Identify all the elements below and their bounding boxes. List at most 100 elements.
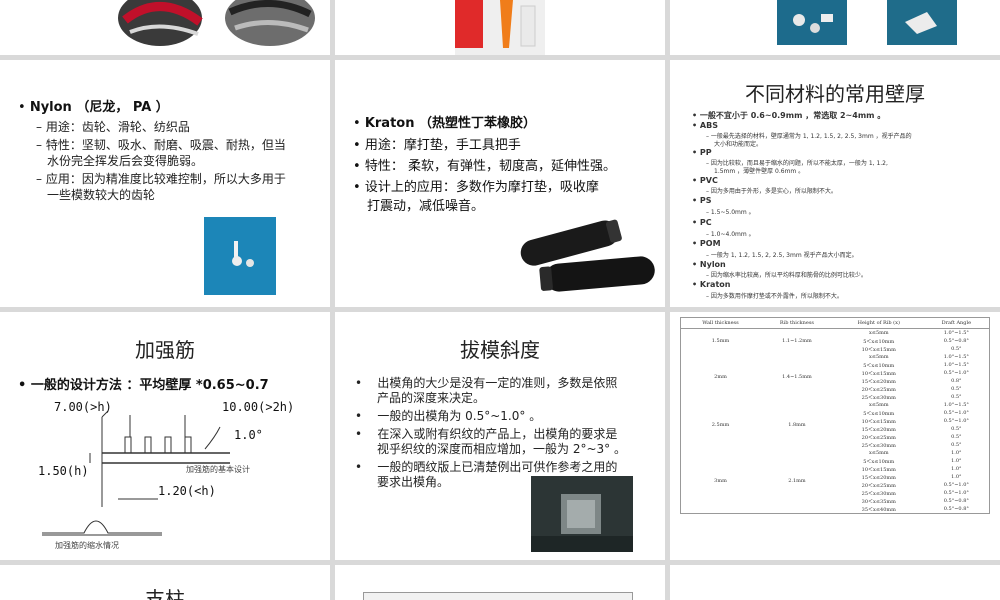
nylon-item-1: – 用途：齿轮、滑轮、纺织品 [36, 120, 190, 134]
product-photo [455, 0, 545, 55]
slide-table-2 [335, 565, 665, 600]
wall-line-8: – 因为多用由于外形，多是实心，所以限制不大。 [706, 188, 837, 195]
rib-dim-4: 1.50(h) [38, 464, 89, 478]
wall-line-0: • 一般不宜小于 0.6~0.9mm ，常选取 2~4mm 。 [692, 111, 886, 120]
table-cell-draft: 1.0° [951, 450, 962, 456]
wall-line-16: – 因为缩水率比较高，所以平均料厚和筋骨的比例可比较少。 [706, 272, 867, 279]
table-cell-draft: 0.5°~0.8° [943, 338, 969, 344]
table-row: 2mm 1.4~1.5mm x≤5mm 1.0°~1.5° [681, 353, 990, 380]
table-cell-rib: 2.1mm [788, 478, 806, 484]
nylon-heading: • Nylon （尼龙， PA ） [18, 100, 169, 115]
rib-draft-table: Wall thickness Rib thickness Height of R… [680, 317, 990, 514]
table-header-wall: Wall thickness [680, 317, 760, 329]
draft-line-2: • 一般的出模角为 0.5°~1.0° 。 [355, 409, 542, 423]
table-cell-height: 5＜x≤10mm [863, 458, 895, 465]
table-row: 3mm 2.1mm x≤5mm 1.0° [681, 449, 990, 484]
table-header-draft: Draft Angle [923, 317, 990, 329]
grip-photo [510, 205, 660, 300]
table-cell-draft: 0.8° [951, 378, 962, 384]
table-cell-height: 25＜x≤30mm [861, 442, 896, 449]
slide-empty [670, 565, 1000, 600]
nylon-item-3: – 应用：因为精准度比较难控制，所以大多用于 [36, 172, 286, 186]
wall-line-18: – 因为多数用作摩打垫或不外露件，所以限制不大。 [706, 293, 843, 300]
kraton-heading: • Kraton （热塑性丁苯橡胶） [353, 116, 536, 131]
table-cell-height: 5＜x≤10mm [863, 410, 895, 417]
table-cell-wall: 2mm [714, 374, 727, 380]
rib-method: • 一般的设计方法 ：平均壁厚 *0.65~0.7 [18, 378, 269, 393]
table-cell-height: 25＜x≤30mm [861, 394, 896, 401]
wall-line-3: 大小和功能而定。 [714, 141, 763, 148]
wall-line-14: – 一般为 1, 1.2, 1.5, 2, 2.5, 3mm 视乎产品大小而定。 [706, 252, 858, 259]
wall-line-12: – 1.0~4.0mm 。 [706, 231, 755, 238]
table-cell-height: 15＜x≤20mm [861, 426, 896, 433]
table-cell-draft: 0.5° [951, 386, 962, 392]
table-cell-height: 20＜x≤25mm [861, 482, 896, 489]
table-cell-draft: 0.5° [951, 426, 962, 432]
parts-photo-2 [887, 0, 957, 45]
slide-helmets [0, 0, 330, 55]
table-cell-draft: 1.0°~1.5° [943, 330, 969, 336]
table-cell-draft: 0.5° [951, 434, 962, 440]
wall-line-1: • ABS [692, 121, 718, 130]
table-cell-height: 10＜x≤15mm [861, 418, 896, 425]
draft-title: 拔模斜度 [460, 338, 540, 362]
table-cell-height: 35＜x≤40mm [861, 506, 896, 513]
slide-boss: 支柱 [0, 565, 330, 600]
draft-line-4: 视乎织纹的深度而相应增加，一般为 2°~3° 。 [377, 442, 626, 456]
table-cell-height: 30＜x≤35mm [861, 498, 896, 505]
nylon-item-2b: 水份完全挥发后会变得脆弱。 [47, 154, 204, 168]
rib-title: 加强筋 [135, 338, 195, 362]
parts-photo-1 [777, 0, 847, 45]
slide-wall-thickness: 不同材料的常用壁厚 • 一般不宜小于 0.6~0.9mm ，常选取 2~4mm … [670, 60, 1000, 307]
draft-texture-photo [531, 476, 633, 552]
rib-caption-1: 加强筋的基本设计 [186, 465, 250, 474]
slide-rib-table: Wall thickness Rib thickness Height of R… [670, 312, 1000, 560]
table-header-rib: Rib thickness [759, 317, 834, 329]
rib-dim-5: 1.20(<h) [158, 484, 216, 498]
kraton-item-3: • 设计上的应用：多数作为摩打垫，吸收摩 [353, 180, 599, 195]
table-cell-draft: 0.5°~1.0° [943, 482, 969, 488]
kraton-item-1: • 用途：摩打垫，手工具把手 [353, 138, 521, 153]
table-header-height: Height of Rib (x) [833, 317, 924, 329]
table-row: 2.5mm 1.8mm x≤5mm 1.0°~1.5° [681, 401, 990, 428]
wall-line-4: • PP [692, 148, 712, 157]
wall-line-15: • Nylon [692, 260, 726, 269]
table-cell-height: 10＜x≤15mm [861, 346, 896, 353]
rib-caption-2: 加强筋的缩水情况 [55, 541, 119, 550]
rib-dim-3: 1.0° [234, 428, 263, 442]
wall-line-17: • Kraton [692, 280, 731, 289]
wall-line-9: • PS [692, 196, 712, 205]
table-cell-draft: 0.5°~1.0° [943, 490, 969, 496]
table-cell-height: 20＜x≤25mm [861, 386, 896, 393]
table-cell-draft: 0.5° [951, 442, 962, 448]
table-cell-rib: 1.4~1.5mm [782, 374, 812, 380]
table-cell-height: 10＜x≤15mm [861, 466, 896, 473]
table-cell-draft: 0.5°~1.0° [943, 418, 969, 424]
wall-line-13: • POM [692, 239, 721, 248]
nylon-part-photo [204, 217, 276, 295]
table-cell-wall: 1.5mm [711, 338, 730, 344]
wall-line-7: • PVC [692, 176, 718, 185]
table-cell-rib: 1.8mm [788, 422, 806, 428]
kraton-item-2: • 特性： 柔软，有弹性，韧度高，延伸性强。 [353, 159, 616, 174]
slide-parts-photo [670, 0, 1000, 55]
table-cell-height: 20＜x≤25mm [861, 434, 896, 441]
slide-product-photo [335, 0, 665, 55]
table-cell-wall: 2.5mm [711, 422, 730, 428]
table-cell-draft: 1.0°~1.5° [943, 362, 969, 368]
kraton-item-3b: 打震动，减低噪音。 [367, 199, 485, 214]
wall-line-6: 1.5mm ，薄壁件壁厚 0.6mm 。 [714, 168, 805, 175]
draft-line-6: 要求出模角。 [377, 475, 450, 489]
table-cell-height: 10＜x≤15mm [861, 370, 896, 377]
wall-line-10: – 1.5~5.0mm 。 [706, 209, 755, 216]
rib-shrink-diagram [42, 520, 162, 536]
nylon-item-3b: 一些模数较大的齿轮 [47, 188, 156, 202]
wall-line-11: • PC [692, 218, 712, 227]
table-cell-draft: 1.0° [951, 458, 962, 464]
table-cell-height: 25＜x≤30mm [861, 490, 896, 497]
table-cell-height: 5＜x≤10mm [863, 362, 895, 369]
boss-title: 支柱 [145, 587, 185, 600]
table-cell-draft: 0.5° [951, 394, 962, 400]
table-cell-draft: 0.5°~0.8° [943, 498, 969, 504]
table-row: 1.5mm 1.1~1.2mm x≤5mm 1.0°~1.5° [681, 329, 990, 344]
